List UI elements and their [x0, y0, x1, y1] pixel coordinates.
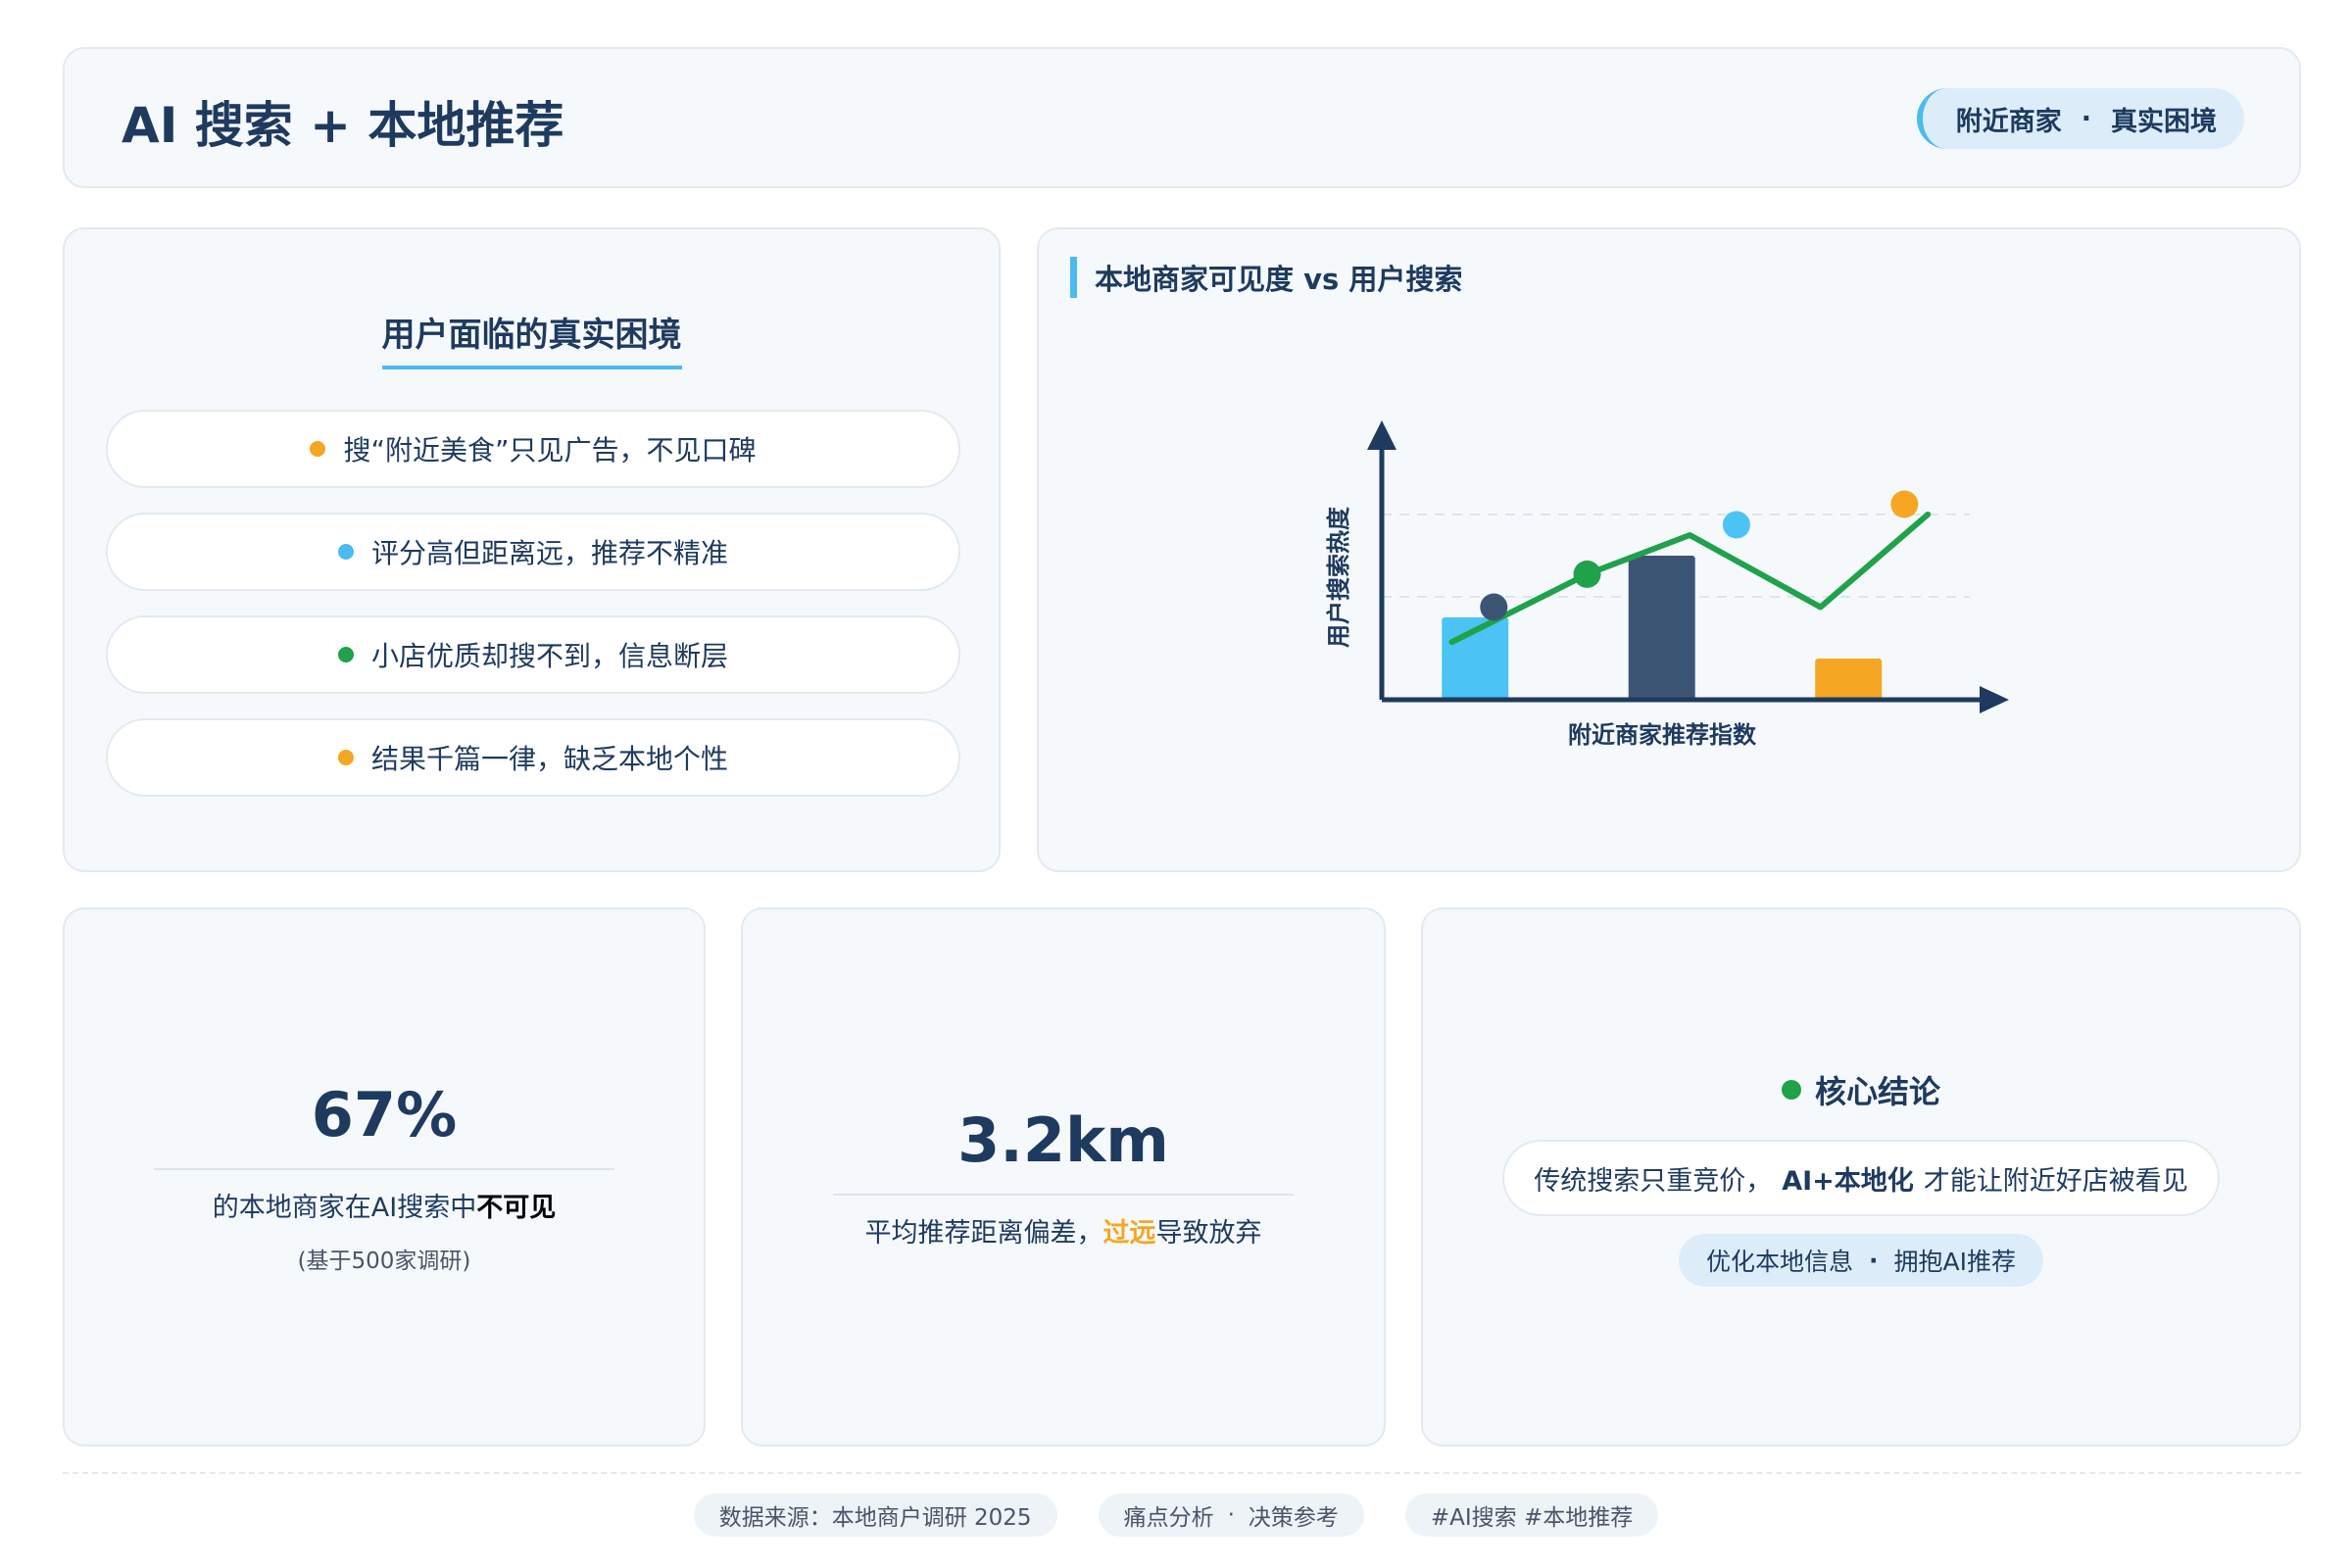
stat-desc-suffix: 导致放弃 — [1155, 1218, 1262, 1249]
chart-marker — [1890, 490, 1919, 518]
stat-desc-highlight: 过远 — [1102, 1218, 1156, 1249]
chart-bar — [1815, 659, 1883, 700]
chart-y-axis-label: 用户搜索热度 — [1325, 506, 1352, 648]
stat-value-distance: 3.2km — [957, 1104, 1169, 1176]
conclusion-dot-icon — [1781, 1080, 1801, 1100]
conclusion-text-suffix: 才能让附近好店被看见 — [1923, 1165, 2188, 1197]
footer-analysis-left: 痛点分析 — [1123, 1505, 1214, 1531]
pain-point-bullet — [337, 544, 354, 560]
stat-note-visibility: (基于500家调研) — [297, 1249, 471, 1274]
chart-marker — [1480, 593, 1508, 621]
pain-point-text: 小店优质却搜不到，信息断层 — [370, 640, 728, 672]
header-badge-separator: · — [2081, 103, 2091, 134]
stat-desc-distance: 平均推荐距离偏差，过远导致放弃 — [865, 1211, 1262, 1250]
pain-point-item: 搜“附近美食”只见广告，不见口碑 — [106, 410, 960, 488]
conclusion-card: 核心结论 传统搜索只重竞价， AI+本地化 才能让附近好店被看见 优化本地信息 · … — [1421, 907, 2301, 1446]
conclusion-statement: 传统搜索只重竞价， AI+本地化 才能让附近好店被看见 — [1502, 1140, 2220, 1216]
header-badge-left: 附近商家 — [1955, 106, 2062, 137]
stat-desc-bold: 不可见 — [476, 1193, 557, 1223]
footer: 数据来源：本地商户调研 2025 痛点分析 · 决策参考 #AI搜索 #本地推荐 — [0, 1494, 2352, 1537]
chart-card: 本地商家可见度 vs 用户搜索 附近商家推荐指数 用户搜索热度 — [1037, 227, 2301, 872]
pain-point-bullet — [337, 647, 354, 662]
header-badge-right: 真实困境 — [2111, 106, 2217, 137]
header-card: AI 搜索 + 本地推荐 附近商家 · 真实困境 — [63, 47, 2301, 188]
pain-point-item: 结果千篇一律，缺乏本地个性 — [106, 718, 960, 797]
pain-point-bullet — [310, 441, 326, 457]
pain-points-title: 用户面临的真实困境 — [381, 308, 682, 369]
footer-tags-chip: #AI搜索 #本地推荐 — [1404, 1494, 1659, 1537]
footer-analysis-separator: · — [1227, 1502, 1235, 1528]
pain-points-card: 用户面临的真实困境 搜“附近美食”只见广告，不见口碑 评分高但距离远，推荐不精准… — [63, 227, 1001, 872]
chart-marker — [1722, 511, 1750, 539]
pain-point-text: 评分高但距离远，推荐不精准 — [370, 537, 728, 569]
pain-point-bullet — [337, 750, 354, 765]
footer-source-chip: 数据来源：本地商户调研 2025 — [693, 1494, 1057, 1537]
footer-analysis-chip: 痛点分析 · 决策参考 — [1098, 1494, 1364, 1537]
footer-tags: #AI搜索 #本地推荐 — [1430, 1505, 1634, 1531]
stat-desc-prefix: 的本地商家在AI搜索中 — [212, 1193, 477, 1223]
conclusion-heading: 核心结论 — [1781, 1067, 1940, 1112]
pain-point-text: 搜“附近美食”只见广告，不见口碑 — [343, 434, 757, 466]
chart-x-axis-arrow-icon — [1980, 686, 2009, 713]
footer-divider — [63, 1472, 2301, 1474]
stat-value-visibility: 67% — [311, 1079, 458, 1151]
conclusion-text-prefix: 传统搜索只重竞价， — [1534, 1165, 1773, 1197]
stat-divider — [154, 1168, 614, 1170]
conclusion-tag-left: 优化本地信息 — [1706, 1248, 1854, 1276]
pain-point-item: 小店优质却搜不到，信息断层 — [106, 615, 960, 694]
pain-point-text: 结果千篇一律，缺乏本地个性 — [370, 743, 728, 775]
pain-point-item: 评分高但距离远，推荐不精准 — [106, 513, 960, 591]
footer-source: 数据来源：本地商户调研 2025 — [718, 1505, 1032, 1531]
stat-card-visibility: 67% 的本地商家在AI搜索中不可见 (基于500家调研) — [63, 907, 706, 1446]
stat-card-distance: 3.2km 平均推荐距离偏差，过远导致放弃 — [741, 907, 1386, 1446]
chart-bar — [1628, 556, 1695, 700]
page-title: AI 搜索 + 本地推荐 — [122, 97, 564, 154]
stat-desc-visibility: 的本地商家在AI搜索中不可见 — [213, 1186, 556, 1224]
chart-svg: 附近商家推荐指数 用户搜索热度 — [1325, 420, 2009, 749]
chart-x-axis-label: 附近商家推荐指数 — [1568, 721, 1757, 749]
stat-desc-prefix: 平均推荐距离偏差， — [864, 1218, 1103, 1249]
footer-analysis-right: 决策参考 — [1248, 1505, 1339, 1531]
conclusion-title: 核心结论 — [1814, 1073, 1940, 1110]
conclusion-tag-right: 拥抱AI推荐 — [1893, 1248, 2016, 1276]
chart-marker — [1573, 560, 1601, 588]
conclusion-tag: 优化本地信息 · 拥抱AI推荐 — [1679, 1234, 2043, 1287]
conclusion-tag-separator: · — [1869, 1246, 1879, 1275]
header-badge: 附近商家 · 真实困境 — [1916, 88, 2244, 149]
stat-divider — [833, 1194, 1294, 1196]
chart-y-axis-arrow-icon — [1367, 420, 1396, 450]
pain-points-title-wrap: 用户面临的真实困境 — [65, 308, 999, 369]
conclusion-text-bold: AI+本地化 — [1782, 1165, 1914, 1197]
